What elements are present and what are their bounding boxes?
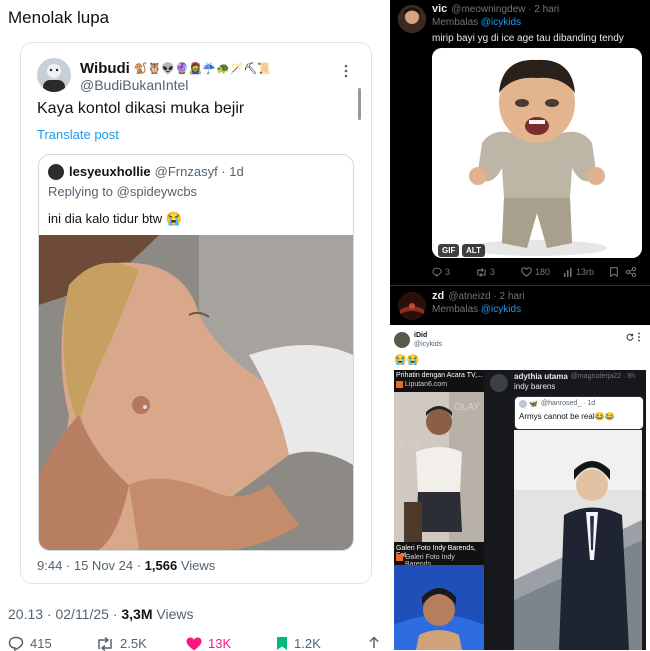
reply2-replying-handle[interactable]: @icykids	[481, 304, 521, 315]
quote-avatar	[48, 164, 64, 180]
reply-count: 415	[30, 636, 52, 651]
right-bottom-panel: iDid @icykids 😭😭 Prihatin dengan Acara T…	[390, 325, 650, 650]
inner-views-count: 1,566	[144, 558, 178, 573]
bookmark-button[interactable]: 1.2K	[276, 636, 321, 651]
svg-text:OLAY: OLAY	[394, 439, 420, 450]
replying-handle[interactable]: @spideywcbs	[117, 184, 197, 199]
hanrosed-handle: @hanrosed_ · 1d	[541, 400, 596, 407]
reply2-avatar[interactable]	[398, 292, 426, 320]
indy-barends-photo-1[interactable]: OLAY OLAY	[394, 392, 484, 542]
caption-text: Menolak lupa	[8, 8, 110, 27]
inner-timestamp: 9:44 · 15 Nov 24 · 1,566 Views	[37, 558, 215, 573]
divider	[390, 285, 650, 286]
svg-text:OLAY: OLAY	[454, 402, 480, 413]
author-name[interactable]: Wibudi	[80, 60, 130, 77]
reply1-like-button[interactable]: 180	[521, 267, 550, 277]
repost-button[interactable]: 2.5K	[96, 636, 147, 651]
bookmark-icon[interactable]	[610, 267, 618, 277]
reply1-name[interactable]: vic	[432, 3, 447, 15]
quote-author-name[interactable]: lesyeuxhollie	[69, 164, 151, 179]
reply1-views-button[interactable]: 13rb	[564, 267, 594, 277]
bookmark-count: 1.2K	[294, 636, 321, 651]
repost-count: 2.5K	[120, 636, 147, 651]
indy-barends-photo-2[interactable]	[394, 565, 484, 650]
hanrosed-avatar	[519, 400, 527, 408]
adythia-text: indy barens	[514, 382, 556, 391]
quote-photo[interactable]	[39, 235, 353, 550]
scrollbar-thumb[interactable]	[358, 88, 361, 120]
alt-badge[interactable]: ALT	[462, 244, 485, 257]
adythia-name[interactable]: adythia utama	[514, 372, 568, 381]
quote-handle-time: @Frnzasyf · 1d	[154, 164, 244, 179]
reply1-repost-count: 3	[490, 267, 496, 277]
reply1-reply-button[interactable]: 3	[432, 267, 450, 277]
reply2-replying-label: Membalas	[432, 304, 481, 315]
author-handle[interactable]: @BudiBukanIntel	[80, 77, 188, 93]
reply1-replying-line: Membalas @icykids	[432, 17, 521, 28]
reply-icon	[8, 636, 24, 651]
hanrosed-text: Armys cannot be real😂😂	[519, 412, 615, 421]
reply2-name[interactable]: zd	[432, 290, 444, 302]
reply1-like-count: 180	[535, 267, 551, 277]
news-source: Liputan6.com	[405, 381, 448, 388]
quoted-tweet[interactable]: lesyeuxhollie @Frnzasyf · 1d Replying to…	[38, 154, 354, 551]
quote-text: ini dia kalo tidur btw 😭	[48, 211, 182, 226]
like-button[interactable]: 13K	[186, 636, 231, 651]
reply1-gif-media[interactable]	[432, 48, 642, 258]
idid-avatar[interactable]	[394, 332, 410, 348]
share-icon[interactable]	[367, 636, 381, 650]
reply1-text: mirip bayi yg di ice age tau dibanding t…	[432, 33, 624, 44]
gallery-logo-icon	[396, 554, 403, 561]
heart-icon	[186, 637, 202, 651]
embedded-reply-screenshot[interactable]: adythia utama @magruderja22 · 8h indy ba…	[484, 370, 646, 650]
embedded-quote-card[interactable]: 🦋 @hanrosed_ · 1d Armys cannot be real😂😂	[514, 396, 644, 430]
share-icon[interactable]	[626, 267, 636, 277]
idid-post-text: 😭😭	[394, 355, 419, 366]
replying-label: Replying to	[48, 184, 117, 199]
replying-to-line: Replying to @spideywcbs	[48, 184, 197, 199]
refresh-icon[interactable]	[626, 333, 634, 341]
idid-handle: @icykids	[414, 341, 443, 348]
like-count: 13K	[208, 636, 232, 651]
translate-post-link[interactable]: Translate post	[37, 127, 119, 142]
post-views-count: 3,3M	[121, 606, 153, 622]
adythia-handle: @magruderja22 · 8h	[570, 373, 636, 380]
idid-name[interactable]: iDid	[414, 332, 427, 339]
right-top-dark-panel: vic @meowningdew · 2 hari Membalas @icyk…	[390, 0, 650, 325]
reply1-views-count: 13rb	[576, 267, 595, 277]
tweet-text: Kaya kontol dikasi muka bejir	[37, 100, 245, 117]
reply-button[interactable]: 415	[8, 636, 52, 651]
reply2-replying-line: Membalas @icykids	[432, 304, 521, 315]
views-chart-icon	[564, 267, 573, 277]
reply1-replying-label: Membalas	[432, 17, 481, 28]
heart-icon	[521, 267, 532, 277]
more-options-icon[interactable]	[637, 332, 641, 342]
reply1-replying-handle[interactable]: @icykids	[481, 17, 521, 28]
more-options-icon[interactable]	[341, 64, 351, 78]
inner-views-label: Views	[177, 558, 216, 573]
rm-photo[interactable]	[514, 430, 642, 650]
reply1-handle-time: @meowningdew · 2 hari	[451, 3, 560, 15]
reply1-reply-count: 3	[445, 267, 451, 277]
author-emojis: 🐒🦉👽🔮🧟‍♀️☔🐢🪄⛏📜	[133, 63, 272, 75]
post-time-text: 20.13 · 02/11/25 ·	[8, 606, 122, 622]
repost-icon	[96, 636, 114, 651]
gif-badge: GIF	[438, 244, 460, 257]
left-screenshot-panel: Menolak lupa Wibudi 🐒🦉👽🔮🧟‍♀️☔🐢🪄⛏📜 @BudiB…	[0, 0, 390, 651]
reply-icon	[432, 267, 442, 277]
adythia-avatar	[490, 374, 508, 392]
post-timestamp: 20.13 · 02/11/25 · 3,3M Views	[8, 606, 193, 622]
reply1-repost-button[interactable]: 3	[476, 267, 495, 277]
repost-icon	[476, 267, 487, 277]
reply2-handle-time: @atneizd · 2 hari	[448, 290, 525, 302]
reply1-avatar[interactable]	[398, 5, 426, 33]
liputan6-logo-icon	[396, 381, 403, 388]
inner-time-text: 9:44 · 15 Nov 24 ·	[37, 558, 145, 573]
news-title: Prihatin dengan Acara TV,...	[396, 372, 483, 379]
avatar[interactable]	[37, 58, 71, 92]
butterfly-icon: 🦋	[529, 401, 538, 408]
post-views-label: Views	[152, 606, 194, 622]
bookmark-icon	[276, 636, 288, 651]
search-results-screenshot[interactable]: Prihatin dengan Acara TV,... Liputan6.co…	[394, 370, 484, 650]
